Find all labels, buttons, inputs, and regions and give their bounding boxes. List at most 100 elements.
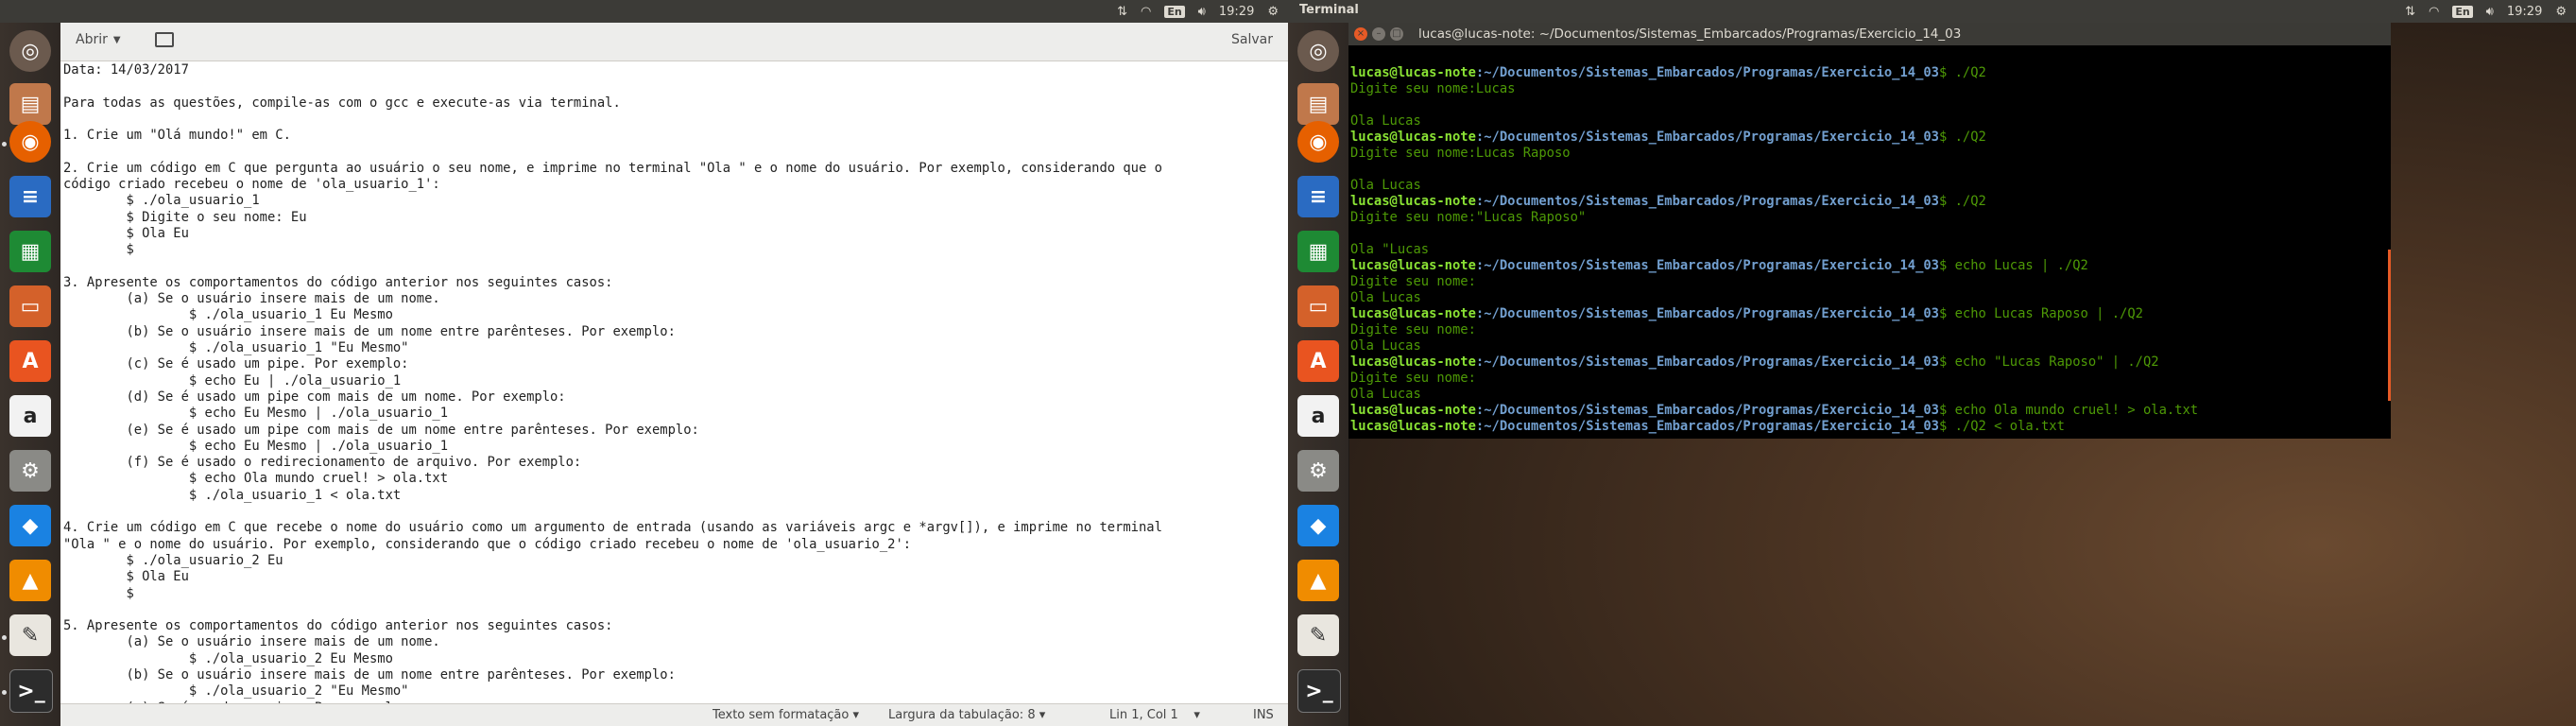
software-center-icon[interactable]: A [1297, 340, 1339, 382]
terminal-icon[interactable]: >_ [9, 669, 53, 713]
new-tab-icon[interactable] [155, 32, 174, 47]
terminal-prompt-line: lucas@lucas-note:~/Documentos/Sistemas_E… [1350, 194, 2391, 210]
terminal-output-line: Ola Lucas [1350, 178, 1421, 193]
unity-launcher: ◎ ▤ ◉ ≡ ▦ ▭ A a ⚙ ◆ ▲ ✎ >_ [0, 23, 61, 726]
prompt-user: lucas@lucas-note [1350, 258, 1476, 273]
terminal-scrollbar[interactable] [2388, 250, 2391, 401]
close-icon[interactable]: × [1354, 27, 1367, 41]
editor-line: (c) Se é usado um pipe. Por exemplo: [63, 356, 409, 372]
terminal-output-line: Ola Lucas [1350, 387, 1421, 402]
system-settings-icon[interactable]: ⚙ [9, 450, 51, 492]
editor-line: (a) Se o usuário insere mais de um nome. [63, 634, 440, 650]
system-settings-icon[interactable]: ⚙ [1297, 450, 1339, 492]
tab-width-selector[interactable]: Largura da tabulação: 8 ▾ [888, 708, 1045, 722]
terminal-window: × – □ lucas@lucas-note: ~/Documentos/Sis… [1348, 23, 2391, 439]
text-editor-area[interactable]: Data: 14/03/2017 Para todas as questões, … [60, 61, 1288, 705]
cursor-position[interactable]: Lin 1, Col 1 ▾ [1109, 708, 1200, 722]
editor-line: Data: 14/03/2017 [63, 62, 189, 78]
firefox-icon[interactable]: ◉ [1297, 121, 1339, 163]
right-screen: Terminal ⇅ ◠ En 🔊︎ 19:29 ⚙ ◎ ▤ ◉ ≡ ▦ ▭ A… [1288, 0, 2576, 726]
prompt-command: $ echo Ola mundo cruel! > ola.txt [1939, 403, 2199, 418]
vlc-icon[interactable]: ▲ [9, 560, 51, 601]
terminal-output-line: Digite seu nome: [1350, 371, 1476, 386]
app-menu-title[interactable]: Terminal [1299, 3, 1359, 17]
terminal-output[interactable]: lucas@lucas-note:~/Documentos/Sistemas_E… [1348, 45, 2391, 439]
volume-icon[interactable]: 🔊︎ [1198, 5, 1206, 19]
ubuntu-dash-icon[interactable]: ◎ [1297, 30, 1339, 72]
format-label: Texto sem formatação [713, 708, 850, 722]
prompt-command: $ echo Lucas Raposo | ./Q2 [1939, 306, 2143, 321]
editor-line: $ ./ola_usuario_1 [63, 193, 260, 209]
amazon-icon[interactable]: a [1297, 395, 1339, 437]
terminal-output-line: Digite seu nome:"Lucas Raposo" [1350, 210, 1587, 225]
editor-line: $ echo Eu Mesmo | ./ola_usuario_1 [63, 438, 449, 454]
open-label: Abrir [76, 32, 108, 47]
terminal-titlebar[interactable]: × – □ lucas@lucas-note: ~/Documentos/Sis… [1348, 23, 2391, 45]
terminal-prompt-line: lucas@lucas-note:~/Documentos/Sistemas_E… [1350, 419, 2391, 435]
editor-line: 3. Apresente os comportamentos do código… [63, 274, 613, 290]
minimize-icon[interactable]: – [1372, 27, 1385, 41]
libreoffice-impress-icon[interactable]: ▭ [9, 285, 51, 327]
gear-icon[interactable]: ⚙ [1267, 5, 1279, 19]
text-editor-icon[interactable]: ✎ [9, 614, 51, 656]
software-center-icon[interactable]: A [9, 340, 51, 382]
prompt-path: :~/Documentos/Sistemas_Embarcados/Progra… [1475, 306, 1939, 321]
terminal-output-line: Digite seu nome: [1350, 322, 1476, 337]
cursor-position-label: Lin 1, Col 1 [1109, 708, 1178, 722]
wifi-icon[interactable]: ◠ [1141, 5, 1151, 19]
terminal-output-line: Ola Lucas [1350, 113, 1421, 129]
prompt-command: $ ./Q2 [1939, 65, 1986, 80]
editor-line: $ echo Eu | ./ola_usuario_1 [63, 372, 402, 389]
editor-line: Para todas as questões, compile-as com o… [63, 95, 621, 111]
editor-line: código criado recebeu o nome de 'ola_usu… [63, 177, 440, 193]
clock[interactable]: 19:29 [2507, 5, 2542, 19]
top-panel: ⇅ ◠ En 🔊︎ 19:29 ⚙ [0, 0, 1288, 23]
editor-line: (f) Se é usado o redirecionamento de arq… [63, 455, 582, 471]
dropbox-icon[interactable]: ◆ [9, 505, 51, 546]
editor-line: $ ./ola_usuario_2 Eu Mesmo [63, 650, 393, 666]
maximize-icon[interactable]: □ [1390, 27, 1403, 41]
editor-line: 1. Crie um "Olá mundo!" em C. [63, 128, 291, 144]
network-updown-icon[interactable]: ⇅ [1117, 5, 1127, 19]
editor-line: $ [63, 585, 134, 601]
terminal-output-line: Digite seu nome:Lucas Raposo [1350, 146, 1571, 161]
ubuntu-dash-icon[interactable]: ◎ [9, 30, 51, 72]
format-selector[interactable]: Texto sem formatação ▾ [713, 708, 859, 722]
prompt-path: :~/Documentos/Sistemas_Embarcados/Progra… [1475, 130, 1939, 145]
vlc-icon[interactable]: ▲ [1297, 560, 1339, 601]
top-panel: Terminal ⇅ ◠ En 🔊︎ 19:29 ⚙ [1288, 0, 2576, 23]
editor-line: $ ./ola_usuario_1 < ola.txt [63, 487, 402, 503]
libreoffice-calc-icon[interactable]: ▦ [9, 231, 51, 272]
running-indicator [2, 690, 7, 695]
files-icon[interactable]: ▤ [9, 83, 51, 125]
firefox-icon[interactable]: ◉ [9, 121, 51, 163]
network-updown-icon[interactable]: ⇅ [2405, 5, 2415, 19]
dropbox-icon[interactable]: ◆ [1297, 505, 1339, 546]
volume-icon[interactable]: 🔊︎ [2486, 5, 2494, 19]
clock[interactable]: 19:29 [1219, 5, 1254, 19]
open-button[interactable]: Abrir ▼ [76, 32, 121, 47]
terminal-icon[interactable]: >_ [1297, 669, 1341, 713]
libreoffice-impress-icon[interactable]: ▭ [1297, 285, 1339, 327]
keyboard-layout-indicator[interactable]: En [1164, 5, 1185, 18]
terminal-output-line: Ola Lucas [1350, 290, 1421, 305]
libreoffice-writer-icon[interactable]: ≡ [9, 176, 51, 217]
libreoffice-writer-icon[interactable]: ≡ [1297, 176, 1339, 217]
amazon-icon[interactable]: a [9, 395, 51, 437]
gear-icon[interactable]: ⚙ [2555, 5, 2567, 19]
wifi-icon[interactable]: ◠ [2429, 5, 2439, 19]
files-icon[interactable]: ▤ [1297, 83, 1339, 125]
terminal-prompt-line: lucas@lucas-note:~/Documentos/Sistemas_E… [1350, 354, 2391, 371]
keyboard-layout-indicator[interactable]: En [2452, 5, 2473, 18]
text-editor-icon[interactable]: ✎ [1297, 614, 1339, 656]
prompt-command: $ ./Q2 < ola.txt [1939, 419, 2065, 434]
save-button[interactable]: Salvar [1231, 32, 1273, 47]
libreoffice-calc-icon[interactable]: ▦ [1297, 231, 1339, 272]
prompt-user: lucas@lucas-note [1350, 130, 1476, 145]
